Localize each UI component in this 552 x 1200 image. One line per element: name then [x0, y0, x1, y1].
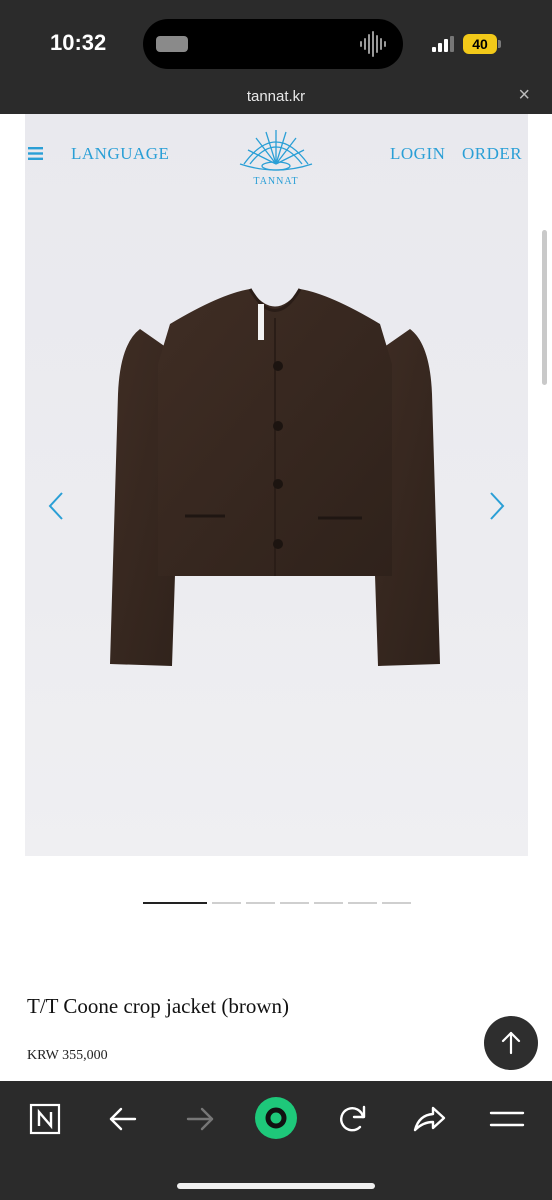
- carousel-dot-7[interactable]: [382, 902, 411, 904]
- cellular-signal-icon: [432, 36, 454, 52]
- battery-indicator: 40: [463, 34, 497, 54]
- url-domain[interactable]: tannat.kr: [0, 88, 552, 105]
- url-bar[interactable]: tannat.kr ×: [0, 82, 552, 114]
- shell-logo-icon: [239, 130, 313, 171]
- brand-logo[interactable]: TANNAT: [236, 124, 316, 196]
- hamburger-menu-icon[interactable]: [28, 147, 43, 160]
- carousel-dot-1[interactable]: [143, 902, 207, 904]
- arrow-up-icon: [501, 1031, 521, 1055]
- share-icon[interactable]: [409, 1099, 449, 1139]
- status-bar: 10:32 40: [0, 0, 552, 82]
- carousel-dot-2[interactable]: [212, 902, 241, 904]
- product-name: T/T Coone crop jacket (brown): [27, 994, 290, 1018]
- island-thumbnail-icon: [156, 36, 188, 52]
- carousel-dot-5[interactable]: [314, 902, 343, 904]
- product-image-carousel[interactable]: [25, 114, 528, 856]
- page-scrollbar[interactable]: [542, 230, 547, 385]
- language-link[interactable]: LANGUAGE: [71, 144, 169, 164]
- audio-wave-icon: [360, 31, 386, 57]
- dynamic-island: [143, 19, 403, 69]
- carousel-prev-arrow-icon[interactable]: [46, 489, 68, 523]
- product-image-jacket: [110, 288, 440, 666]
- battery-nub-icon: [498, 40, 501, 48]
- web-page: LANGUAGE TANNAT LOGIN ORDER T/T Coone cr: [0, 114, 552, 1081]
- close-icon[interactable]: ×: [518, 84, 530, 107]
- order-link[interactable]: ORDER: [462, 144, 522, 164]
- product-price: KRW 355,000: [27, 1048, 108, 1063]
- carousel-dot-3[interactable]: [246, 902, 275, 904]
- scroll-to-top-button[interactable]: [484, 1016, 538, 1070]
- carousel-dot-4[interactable]: [280, 902, 309, 904]
- home-indicator[interactable]: [177, 1183, 375, 1189]
- carousel-dot-6[interactable]: [348, 902, 377, 904]
- site-header: LANGUAGE TANNAT LOGIN ORDER: [0, 114, 552, 194]
- carousel-pagination: [143, 902, 413, 905]
- forward-arrow-icon[interactable]: [180, 1099, 220, 1139]
- menu-icon[interactable]: [487, 1099, 527, 1139]
- carousel-next-arrow-icon[interactable]: [485, 489, 507, 523]
- status-time: 10:32: [50, 30, 107, 55]
- login-link[interactable]: LOGIN: [390, 144, 445, 164]
- green-dot-icon[interactable]: [253, 1095, 299, 1141]
- brand-name: TANNAT: [253, 176, 299, 187]
- naver-n-icon[interactable]: [25, 1099, 65, 1139]
- reload-icon[interactable]: [332, 1099, 372, 1139]
- back-arrow-icon[interactable]: [103, 1099, 143, 1139]
